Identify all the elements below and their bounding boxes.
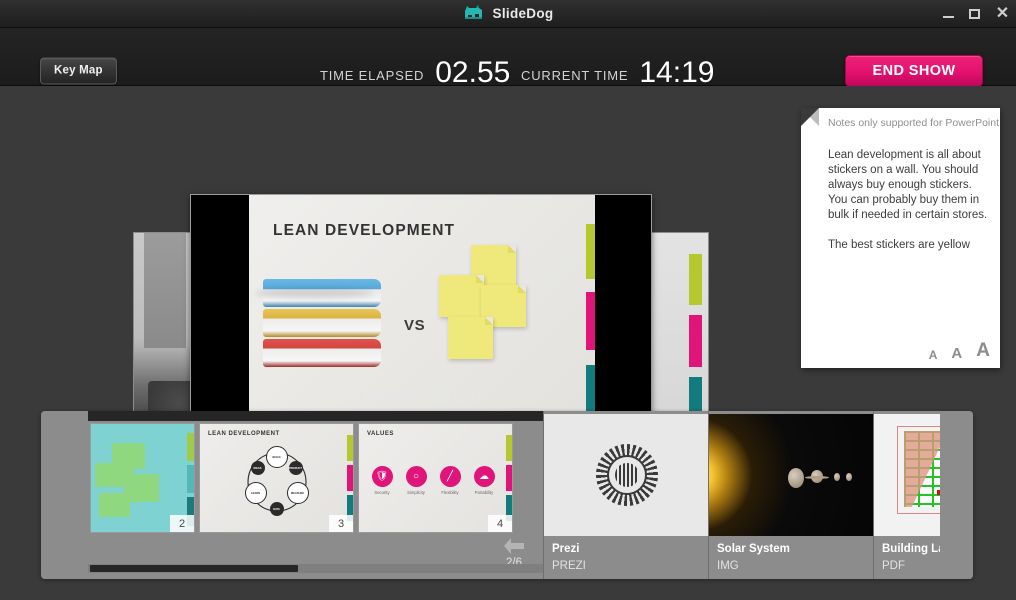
- current-time-value: 14:19: [639, 56, 715, 89]
- key-map-button[interactable]: Key Map: [40, 57, 117, 85]
- node-learn: LEARN: [244, 482, 267, 505]
- prezi-logo-icon: [544, 414, 708, 536]
- color-bar-olive: [689, 253, 702, 306]
- value-item: ☁ Portability: [469, 466, 499, 495]
- value-label: Flexibility: [441, 490, 459, 495]
- node-build: BUILD: [265, 446, 288, 469]
- value-label: Security: [374, 490, 390, 495]
- thumbnail-title: LEAN DEVELOPMENT: [208, 431, 280, 437]
- time-elapsed-value: 02.55: [435, 56, 511, 89]
- slide-number: 4: [488, 515, 512, 532]
- current-time-label: CURRENT TIME: [521, 68, 629, 83]
- slide-number: 3: [329, 515, 353, 532]
- sticky-note: [439, 275, 484, 317]
- playlist-item-type: IMG: [717, 560, 739, 572]
- playlist-item[interactable]: Prezi PREZI: [543, 411, 708, 579]
- slides-region: 2 LEAN DEVELOPMENT BUILD PRODUCT MEASURE…: [88, 411, 543, 579]
- value-item: ○ Simplicity: [401, 466, 431, 495]
- color-bar-pink: [689, 315, 702, 367]
- title-bar: SlideDog ✕: [0, 0, 1016, 28]
- page-fold-corner: [801, 108, 819, 126]
- playlist-item-name: Solar System: [717, 543, 790, 555]
- font-size-small-button[interactable]: A: [929, 348, 938, 362]
- font-size-medium-button[interactable]: A: [951, 345, 962, 362]
- notes-panel: Notes only supported for PowerPoint Lean…: [801, 108, 1000, 368]
- time-elapsed: TIME ELAPSED 02.55: [320, 56, 511, 89]
- slide-thumbnail[interactable]: LEAN DEVELOPMENT BUILD PRODUCT MEASURE D…: [199, 423, 354, 533]
- app-title: SlideDog: [492, 6, 554, 21]
- slide-thumbnail[interactable]: VALUES 🛡 Security ○ Simplicity ╱ Flexibi…: [358, 423, 513, 533]
- playlist-item-name: Prezi: [552, 543, 580, 555]
- build-measure-learn-diagram: BUILD PRODUCT MEASURE DATA LEARN IDEAS: [241, 446, 313, 518]
- app-brand: SlideDog: [463, 5, 554, 22]
- close-icon[interactable]: ✕: [995, 6, 1010, 22]
- font-size-large-button[interactable]: A: [976, 340, 990, 362]
- hat-icon: ○: [405, 466, 427, 487]
- playlist-strip: 2 LEAN DEVELOPMENT BUILD PRODUCT MEASURE…: [41, 411, 973, 579]
- notes-body: Lean development is all about stickers o…: [828, 149, 988, 251]
- slides-topbar: [88, 411, 543, 421]
- strip-right-padding: [940, 411, 973, 579]
- slide-number: 2: [170, 515, 194, 532]
- value-label: Portability: [474, 490, 494, 495]
- slide-title: LEAN DEVELOPMENT: [273, 222, 456, 239]
- maximize-icon[interactable]: [969, 9, 984, 19]
- arrow-left-icon[interactable]: [503, 537, 525, 555]
- strip-left-padding: [41, 411, 88, 579]
- cloud-icon: ☁: [473, 466, 495, 487]
- node-ideas: IDEAS: [250, 461, 265, 476]
- playlist-item[interactable]: Solar System IMG: [708, 411, 873, 579]
- slides-scrollbar-thumb[interactable]: [90, 565, 298, 572]
- thumbnail-title: VALUES: [367, 431, 394, 437]
- time-elapsed-label: TIME ELAPSED: [320, 68, 425, 83]
- notes-header: Notes only supported for PowerPoint: [828, 117, 1000, 129]
- slide-thumbnail[interactable]: 2: [90, 423, 195, 533]
- shield-icon: 🛡: [371, 466, 393, 487]
- minimize-icon[interactable]: [943, 10, 958, 18]
- notes-font-size-controls: A A A: [929, 340, 990, 362]
- playlist-item-type: PREZI: [552, 560, 586, 572]
- playlist-item-type: PDF: [882, 560, 905, 572]
- node-data: DATA: [269, 502, 284, 517]
- binder-shadow: [255, 289, 373, 298]
- sticky-note: [448, 317, 493, 359]
- solar-system-image: [709, 414, 873, 536]
- stage: LEAN DEVELOPMENT VS SLIDEDOG DEMO STUFF …: [0, 86, 1016, 600]
- value-label: Simplicity: [407, 490, 425, 495]
- toolbar: Key Map TIME ELAPSED 02.55 CURRENT TIME …: [0, 28, 1016, 89]
- end-show-button[interactable]: END SHOW: [845, 55, 983, 87]
- value-item: ╱ Flexibility: [435, 466, 465, 495]
- dog-icon: [463, 5, 485, 22]
- node-product: PRODUCT: [288, 461, 303, 476]
- current-time: CURRENT TIME 14:19: [521, 56, 715, 89]
- node-measure: MEASURE: [286, 482, 309, 505]
- window-controls: ✕: [943, 0, 1010, 28]
- slide-vs-label: VS: [404, 317, 426, 334]
- presentation-caption: EducationTech [2/6]: [359, 390, 481, 404]
- slides-scrollbar[interactable]: [88, 564, 543, 573]
- value-item: 🛡 Security: [367, 466, 397, 495]
- bend-icon: ╱: [439, 466, 461, 487]
